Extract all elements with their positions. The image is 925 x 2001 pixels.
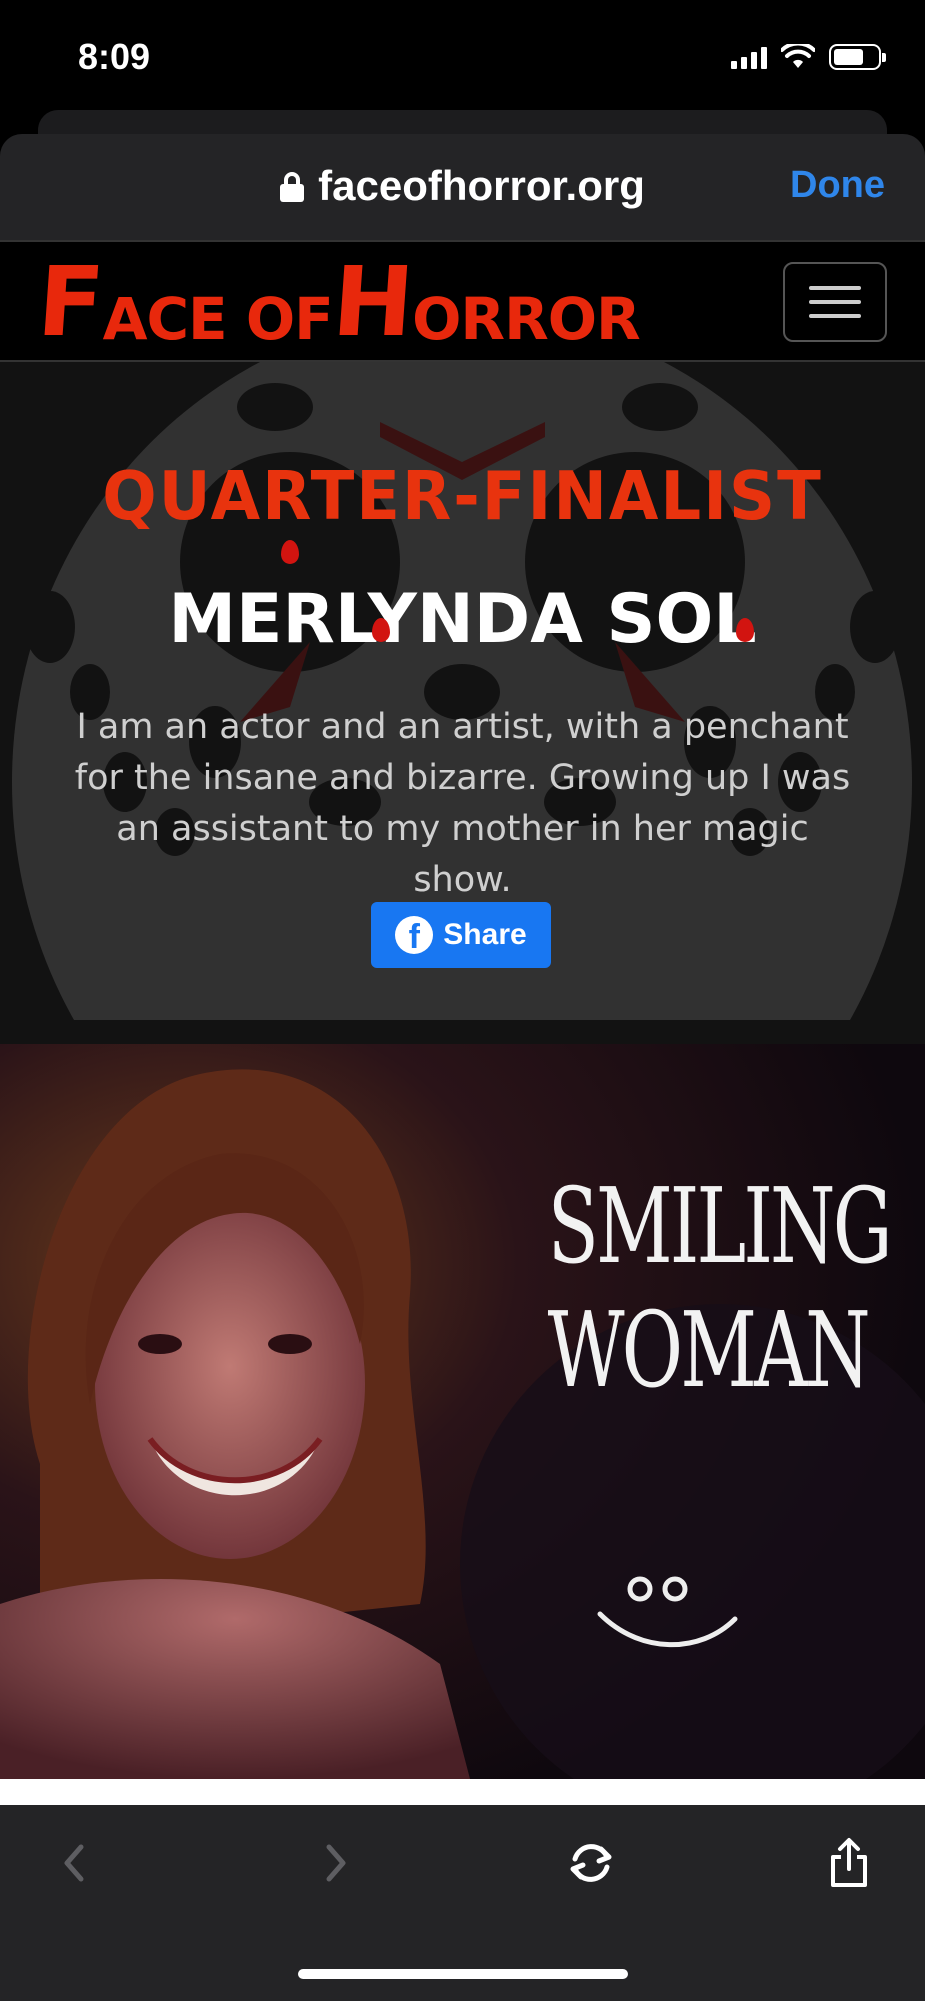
forward-icon [326,1844,346,1882]
facebook-share-button[interactable]: f Share [371,902,551,968]
lock-icon [280,172,305,202]
logo-text-orror: ORROR [412,285,641,353]
battery-icon [829,44,886,70]
facebook-icon: f [395,916,434,954]
title-artwork: SMILING WOMAN [547,1164,893,1412]
url-display[interactable]: faceofhorror.org [0,162,925,210]
logo-letter-h: H [328,246,417,358]
forward-button[interactable] [306,1833,366,1893]
url-text: faceofhorror.org [318,162,645,209]
share-icon [831,1838,867,1887]
blood-drip [736,618,754,642]
status-bar: 8:09 [0,0,925,110]
back-icon [64,1844,84,1882]
title-line-2: WOMAN [547,1289,871,1411]
contestant-bio: I am an actor and an artist, with a penc… [74,707,851,900]
hamburger-icon [809,286,861,290]
logo-text-ace-of: ACE OF [102,285,334,353]
share-label: Share [443,918,527,951]
status-icons [731,44,886,70]
wifi-icon [781,44,815,68]
status-time: 8:09 [78,36,151,77]
site-logo[interactable]: F ACE OF H ORROR [34,242,641,362]
rank-title: QUARTER-FINALIST [102,458,823,536]
reload-icon [570,1844,612,1882]
blood-drip [372,618,390,642]
browser-url-bar: faceofhorror.org Done [0,134,925,240]
share-sheet-button[interactable] [819,1833,879,1893]
contestant-photo: SMILING WOMAN [0,1044,925,1779]
back-button[interactable] [44,1833,104,1893]
done-button[interactable]: Done [790,164,885,207]
contestant-name: MERLYNDA SOL [168,580,757,659]
site-header: F ACE OF H ORROR [0,240,925,362]
reload-button[interactable] [561,1833,621,1893]
content-gap [0,1779,925,1805]
cellular-signal-icon [731,45,767,69]
hero-section: QUARTER-FINALIST MERLYNDA SOL I am an ac… [0,362,925,1044]
title-line-1: SMILING [547,1165,893,1287]
logo-letter-f: F [34,246,107,358]
hamburger-menu-button[interactable] [783,262,887,342]
blood-drip [281,540,299,564]
home-indicator[interactable] [298,1969,628,1979]
